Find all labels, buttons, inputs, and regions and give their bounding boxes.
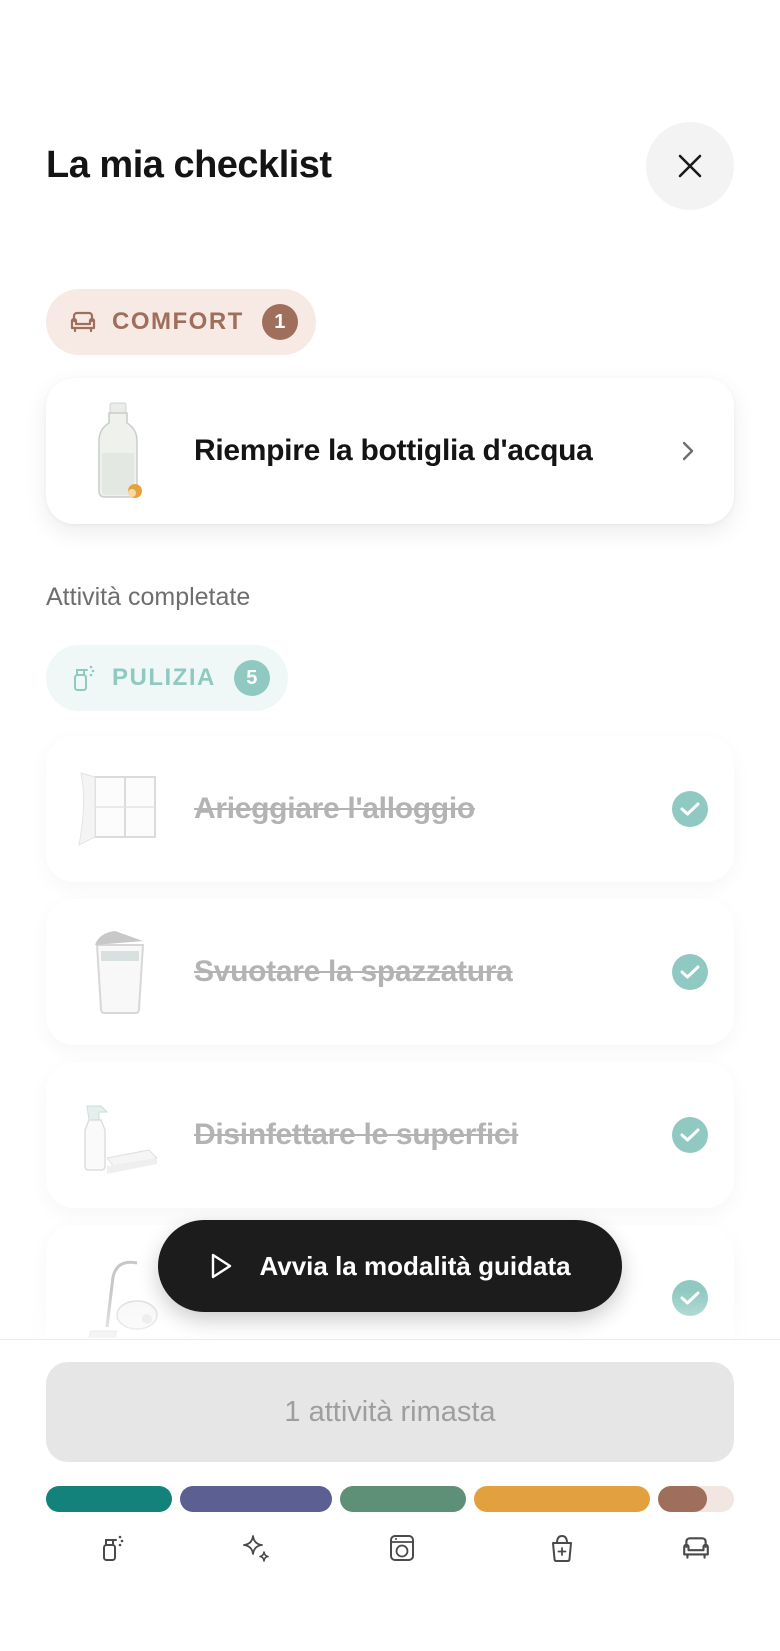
category-chip-comfort[interactable]: COMFORT 1	[46, 289, 316, 355]
task-card-disinfect-surfaces[interactable]: Disinfettare le superfici	[46, 1062, 734, 1208]
sparkles-icon[interactable]	[238, 1530, 274, 1566]
task-card-fill-water-bottle[interactable]: Riempire la bottiglia d'acqua	[46, 378, 734, 524]
task-label: Disinfettare le superfici	[194, 1118, 519, 1151]
bag-icon[interactable]	[544, 1530, 580, 1566]
start-guided-mode-button[interactable]: Avvia la modalità guidata	[158, 1220, 622, 1312]
header: La mia checklist	[46, 120, 734, 212]
task-label: Arieggiare l'alloggio	[194, 792, 475, 825]
task-label: Riempire la bottiglia d'acqua	[194, 434, 593, 467]
progress-fill-comfort	[658, 1486, 708, 1512]
check-icon	[672, 954, 708, 990]
category-label: PULIZIA	[112, 664, 216, 691]
completed-section-title: Attività completate	[46, 583, 251, 611]
trash-bin-image	[72, 917, 168, 1027]
spray-icon	[68, 663, 98, 693]
task-label: Svuotare la spazzatura	[194, 955, 513, 988]
spray-icon[interactable]	[94, 1530, 130, 1566]
task-card-empty-trash[interactable]: Svuotare la spazzatura	[46, 899, 734, 1045]
footer: 1 attività rimasta	[0, 1339, 780, 1651]
task-card-air-room[interactable]: Arieggiare l'alloggio	[46, 736, 734, 882]
chevron-right-icon	[676, 439, 700, 463]
window-image	[72, 754, 168, 864]
category-count-badge: 5	[233, 660, 270, 696]
category-count-badge: 1	[261, 304, 298, 340]
spray-bottle-image	[72, 1080, 168, 1190]
check-icon	[672, 1117, 708, 1153]
progress-bar-cucina	[474, 1486, 650, 1512]
water-bottle-image	[72, 396, 168, 506]
progress-bar-pulizia	[46, 1486, 172, 1512]
armchair-icon	[68, 307, 98, 337]
category-label: COMFORT	[112, 308, 244, 335]
remaining-tasks-label: 1 attività rimasta	[284, 1395, 496, 1428]
washing-machine-icon[interactable]	[384, 1530, 420, 1566]
check-icon	[672, 791, 708, 827]
page-title: La mia checklist	[46, 144, 332, 186]
progress-bar-magia	[180, 1486, 332, 1512]
play-icon	[209, 1252, 237, 1280]
guided-mode-label: Avvia la modalità guidata	[259, 1250, 571, 1281]
armchair-icon[interactable]	[678, 1530, 714, 1566]
remaining-tasks-button[interactable]: 1 attività rimasta	[46, 1362, 734, 1462]
close-button[interactable]	[646, 122, 734, 210]
close-icon	[678, 154, 702, 178]
progress-bar-lavanderia	[340, 1486, 466, 1512]
progress-bar-comfort	[658, 1486, 734, 1512]
category-chip-pulizia[interactable]: PULIZIA 5	[46, 645, 288, 711]
